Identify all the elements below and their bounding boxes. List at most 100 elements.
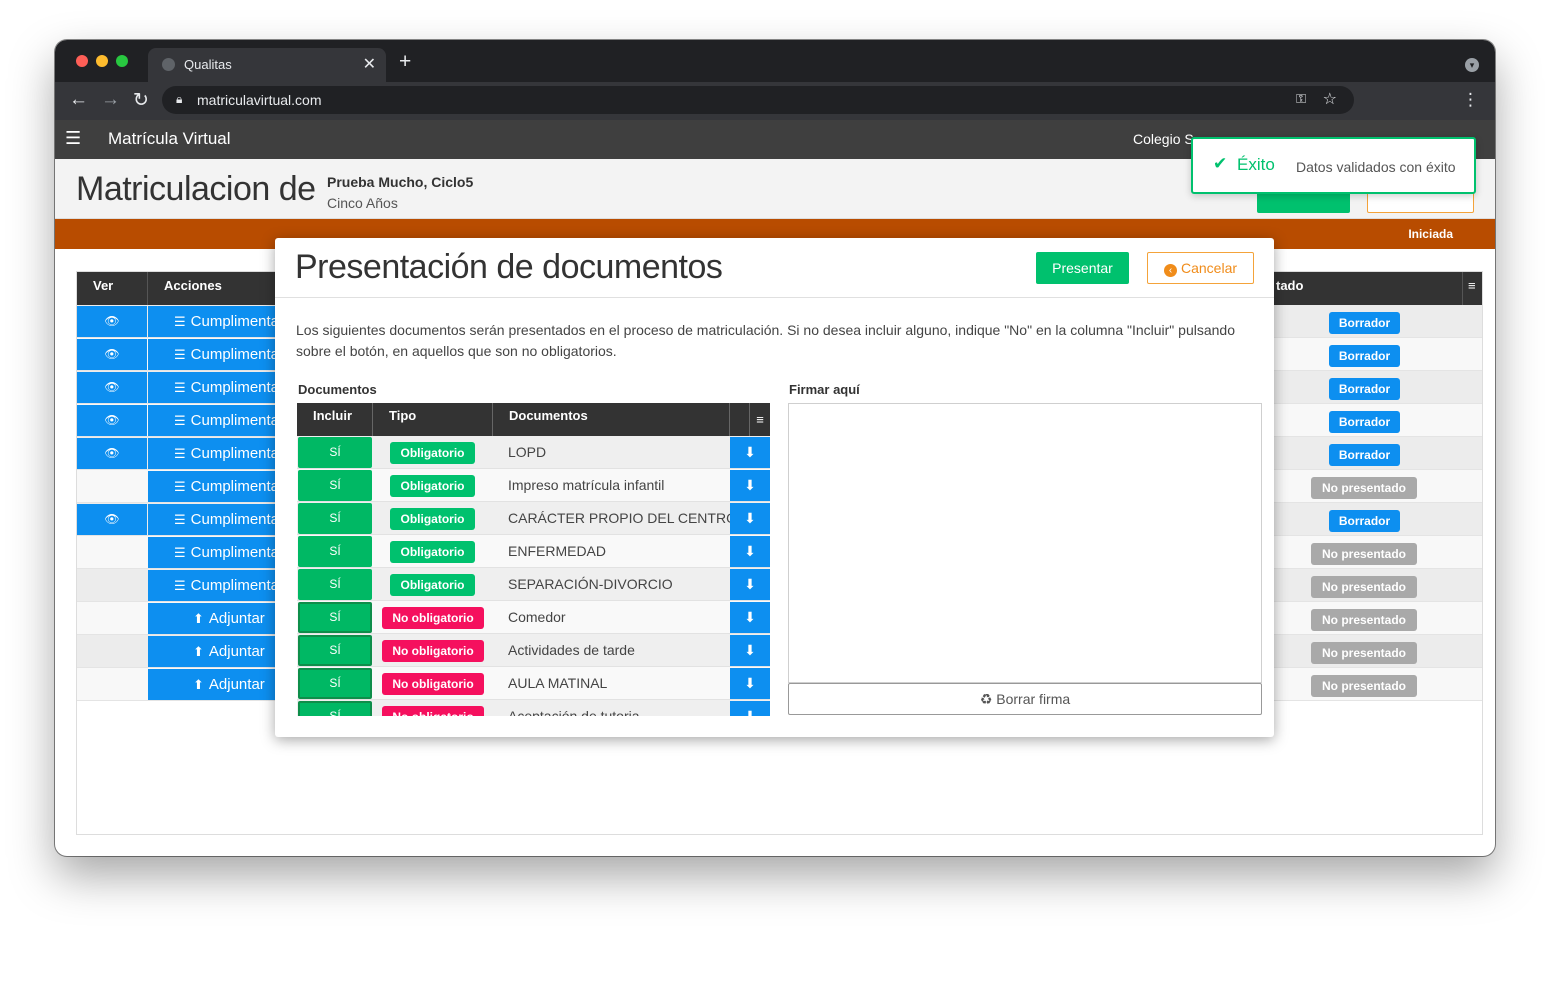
download-button[interactable]: ⬇ bbox=[730, 470, 770, 501]
document-name: AULA MATINAL bbox=[508, 675, 608, 691]
column-header-acciones: Acciones bbox=[164, 278, 222, 293]
document-name: Comedor bbox=[508, 609, 566, 625]
student-name: Prueba Mucho, Ciclo5 bbox=[327, 174, 474, 190]
cumplimentar-button[interactable]: ☰ Cumplimentar bbox=[148, 537, 278, 568]
modal-header: Presentación de documentos Presentar ‹ Ca… bbox=[275, 238, 1274, 298]
include-toggle-button[interactable]: SÍ bbox=[298, 470, 372, 501]
eye-icon: 👁︎ bbox=[104, 347, 120, 361]
signature-section-label: Firmar aquí bbox=[789, 382, 860, 397]
action-label: Cumplimentar bbox=[190, 577, 278, 594]
forward-arrow-icon[interactable]: → bbox=[101, 89, 120, 111]
document-presentation-modal: Presentación de documentos Presentar ‹ Ca… bbox=[275, 238, 1274, 737]
view-eye-button[interactable]: 👁︎ bbox=[77, 504, 147, 535]
eye-icon: 👁︎ bbox=[104, 512, 120, 526]
close-window-button[interactable] bbox=[76, 55, 88, 67]
address-bar[interactable]: 🔒︎ matriculavirtual.com ⚿ ☆ bbox=[162, 86, 1354, 114]
download-button[interactable]: ⬇ bbox=[730, 602, 770, 633]
adjuntar-button[interactable]: ⬆ Adjuntar bbox=[148, 636, 278, 667]
view-eye-button[interactable]: 👁︎ bbox=[77, 339, 147, 370]
cumplimentar-button[interactable]: ☰ Cumplimentar bbox=[148, 306, 278, 337]
document-name: ENFERMEDAD bbox=[508, 543, 607, 559]
download-icon: ⬇ bbox=[744, 609, 756, 625]
column-menu-icon[interactable]: ≡ bbox=[749, 403, 770, 436]
toast-message: Datos validados con éxito bbox=[1296, 159, 1456, 175]
download-button[interactable]: ⬇ bbox=[730, 569, 770, 600]
list-icon: ☰ bbox=[174, 446, 186, 461]
signature-pad[interactable] bbox=[788, 403, 1262, 683]
document-type-badge: Obligatorio bbox=[390, 475, 475, 497]
maximize-window-button[interactable] bbox=[116, 55, 128, 67]
download-button[interactable]: ⬇ bbox=[730, 437, 770, 468]
cumplimentar-button[interactable]: ☰ Cumplimentar bbox=[148, 570, 278, 601]
app-brand[interactable]: Matrícula Virtual bbox=[108, 129, 231, 149]
action-label: Cumplimentar bbox=[190, 544, 278, 561]
download-button[interactable]: ⬇ bbox=[730, 668, 770, 699]
star-icon[interactable]: ☆ bbox=[1323, 89, 1337, 109]
document-name: SEPARACIÓN-DIVORCIO bbox=[508, 576, 673, 592]
reload-icon[interactable]: ↻ bbox=[133, 89, 149, 112]
include-toggle-button[interactable]: SÍ bbox=[298, 503, 372, 534]
minimize-window-button[interactable] bbox=[96, 55, 108, 67]
adjuntar-button[interactable]: ⬆ Adjuntar bbox=[148, 669, 278, 700]
new-tab-icon[interactable]: + bbox=[399, 50, 411, 74]
action-label: Cumplimentar bbox=[190, 346, 278, 363]
cumplimentar-button[interactable]: ☰ Cumplimentar bbox=[148, 504, 278, 535]
include-toggle-button[interactable]: SÍ bbox=[298, 437, 372, 468]
view-eye-button[interactable]: 👁︎ bbox=[77, 438, 147, 469]
documents-table: Incluir Tipo Documentos ≡ SÍ Obligatorio L… bbox=[297, 403, 770, 716]
view-eye-button[interactable]: 👁︎ bbox=[77, 405, 147, 436]
adjuntar-button[interactable]: ⬆ Adjuntar bbox=[148, 603, 278, 634]
document-row: SÍ Obligatorio CARÁCTER PROPIO DEL CENTRO ⬇ bbox=[297, 502, 770, 535]
include-toggle-button[interactable]: SÍ bbox=[298, 602, 372, 633]
hamburger-menu-icon[interactable]: ☰ bbox=[65, 128, 81, 149]
key-icon[interactable]: ⚿ bbox=[1296, 91, 1306, 107]
state-badge: No presentado bbox=[1311, 675, 1417, 697]
presentar-button[interactable]: Presentar bbox=[1036, 252, 1129, 284]
back-arrow-icon[interactable]: ← bbox=[69, 89, 88, 111]
state-badge: Borrador bbox=[1329, 510, 1400, 532]
lock-icon: 🔒︎ bbox=[176, 92, 183, 106]
cumplimentar-button[interactable]: ☰ Cumplimentar bbox=[148, 339, 278, 370]
download-icon: ⬇ bbox=[744, 642, 756, 658]
download-button[interactable]: ⬇ bbox=[730, 503, 770, 534]
action-label: Cumplimentar bbox=[190, 478, 278, 495]
list-icon: ☰ bbox=[174, 314, 186, 329]
document-row: SÍ Obligatorio Impreso matrícula infantil ⬇ bbox=[297, 469, 770, 502]
more-options-icon[interactable]: ⋮ bbox=[1462, 90, 1479, 110]
download-button[interactable]: ⬇ bbox=[730, 701, 770, 716]
state-badge: Borrador bbox=[1329, 312, 1400, 334]
view-eye-button[interactable]: 👁︎ bbox=[77, 372, 147, 403]
document-type-badge: No obligatorio bbox=[382, 706, 484, 716]
document-row: SÍ Obligatorio LOPD ⬇ bbox=[297, 436, 770, 469]
state-badge: Borrador bbox=[1329, 378, 1400, 400]
cumplimentar-button[interactable]: ☰ Cumplimentar bbox=[148, 405, 278, 436]
modal-intro-text: Los siguientes documentos serán presenta… bbox=[296, 322, 1235, 359]
cumplimentar-button[interactable]: ☰ Cumplimentar bbox=[148, 438, 278, 469]
browser-tab[interactable]: Qualitas ✕ bbox=[148, 48, 386, 82]
cancelar-button[interactable]: ‹ Cancelar bbox=[1147, 252, 1254, 284]
column-menu-icon[interactable]: ≡ bbox=[1468, 278, 1476, 293]
clear-signature-button[interactable]: ♻ Borrar firma bbox=[788, 683, 1262, 715]
list-icon: ☰ bbox=[174, 512, 186, 527]
column-header-documentos: Documentos bbox=[509, 408, 588, 423]
action-label: Cumplimentar bbox=[190, 379, 278, 396]
download-button[interactable]: ⬇ bbox=[730, 536, 770, 567]
download-button[interactable]: ⬇ bbox=[730, 635, 770, 666]
cumplimentar-button[interactable]: ☰ Cumplimentar bbox=[148, 471, 278, 502]
include-toggle-button[interactable]: SÍ bbox=[298, 635, 372, 666]
document-row: SÍ No obligatorio Comedor ⬇ bbox=[297, 601, 770, 634]
action-label: Cumplimentar bbox=[190, 412, 278, 429]
profile-icon[interactable]: ▾ bbox=[1465, 58, 1479, 72]
cumplimentar-button[interactable]: ☰ Cumplimentar bbox=[148, 372, 278, 403]
document-name: Aceptación de tutoria bbox=[508, 708, 640, 716]
state-badge: No presentado bbox=[1311, 609, 1417, 631]
state-badge: Borrador bbox=[1329, 345, 1400, 367]
download-icon: ⬇ bbox=[744, 576, 756, 592]
include-toggle-button[interactable]: SÍ bbox=[298, 569, 372, 600]
include-toggle-button[interactable]: SÍ bbox=[298, 536, 372, 567]
upload-icon: ⬆ bbox=[193, 644, 204, 659]
close-tab-icon[interactable]: ✕ bbox=[363, 54, 376, 74]
view-eye-button[interactable]: 👁︎ bbox=[77, 306, 147, 337]
include-toggle-button[interactable]: SÍ bbox=[298, 701, 372, 716]
include-toggle-button[interactable]: SÍ bbox=[298, 668, 372, 699]
